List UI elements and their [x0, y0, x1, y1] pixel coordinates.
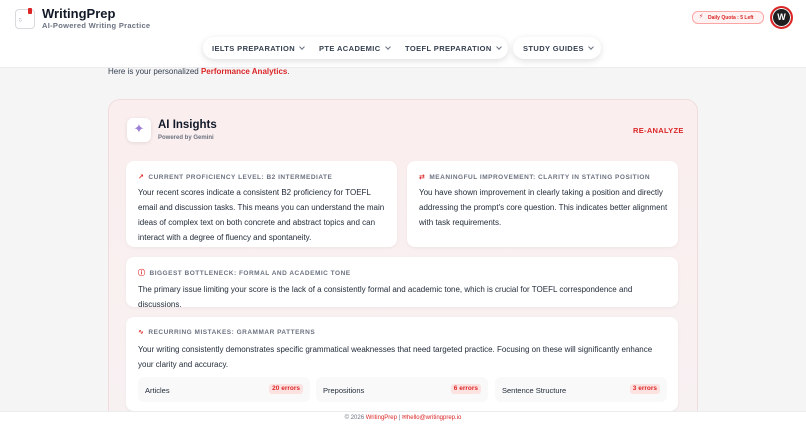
mistake-chip-prepositions[interactable]: Prepositions 6 errors	[316, 377, 488, 402]
page-footer: © 2026 WritingPrep | ✉hello@writingprep.…	[0, 411, 806, 424]
mistakes-heading-text: RECURRING MISTAKES: GRAMMAR PATTERNS	[148, 329, 316, 336]
mistake-label: Prepositions	[323, 386, 365, 395]
translate-icon: ⇄	[419, 173, 426, 181]
lightning-icon: ⚡	[699, 13, 704, 20]
proficiency-heading-text: CURRENT PROFICIENCY LEVEL: B2 INTERMEDIA…	[148, 174, 333, 181]
trend-up-icon: ↗	[138, 173, 145, 181]
ai-insights-title: AI Insights	[158, 119, 217, 131]
nav-pte-academic[interactable]: PTE ACADEMIC	[319, 44, 391, 53]
intro-highlight: Performance Analytics	[200, 67, 288, 76]
nav-item-label: IELTS PREPARATION	[212, 44, 296, 53]
nav-toefl-preparation[interactable]: TOEFL PREPARATION	[405, 44, 502, 53]
improvement-heading-text: MEANINGFUL IMPROVEMENT: CLARITY IN STATI…	[429, 174, 651, 181]
intro-suffix: .	[287, 67, 290, 76]
activity-pulse-icon: ∿	[138, 328, 145, 336]
chevron-down-icon	[299, 44, 305, 50]
mistake-count-badge: 20 errors	[269, 384, 303, 394]
intro-prefix: Here is your personalized	[108, 67, 201, 76]
bottleneck-heading: ⓘ BIGGEST BOTTLENECK: FORMAL AND ACADEMIC…	[138, 268, 351, 278]
nav-ielts-preparation[interactable]: IELTS PREPARATION	[212, 44, 305, 53]
footer-copyright: © 2026	[344, 415, 365, 421]
brand-name[interactable]: WritingPrep	[42, 6, 115, 21]
mistake-chip-sentence-structure[interactable]: Sentence Structure 3 errors	[495, 377, 667, 402]
mistakes-body: Your writing consistently demonstrates s…	[138, 345, 653, 369]
chevron-down-icon	[384, 44, 391, 50]
mistake-count-badge: 6 errors	[450, 384, 481, 394]
chevron-down-icon	[495, 44, 502, 50]
footer-email-link[interactable]: hello@writingprep.io	[407, 415, 461, 421]
nav-study-guides-group: STUDY GUIDES	[513, 37, 601, 59]
improvement-heading: ⇄ MEANINGFUL IMPROVEMENT: CLARITY IN STAT…	[419, 173, 650, 181]
intro-text: Here is your personalized Performance An…	[108, 67, 290, 76]
bottleneck-heading-text: BIGGEST BOTTLENECK: FORMAL AND ACADEMIC …	[149, 270, 351, 277]
nav-study-guides[interactable]: STUDY GUIDES	[523, 44, 594, 53]
footer-brand-link[interactable]: WritingPrep	[366, 415, 397, 421]
nav-item-label: TOEFL PREPARATION	[405, 44, 492, 53]
powered-by-label: Powered by Gemini	[158, 135, 214, 141]
mistake-label: Articles	[145, 386, 170, 395]
mistake-chip-articles[interactable]: Articles 20 errors	[138, 377, 310, 402]
brand-tagline: AI-Powered Writing Practice	[42, 21, 151, 30]
proficiency-body: Your recent scores indicate a consistent…	[138, 188, 385, 242]
daily-quota-text: Daily Quota : 5 Left	[708, 15, 754, 21]
footer-separator: |	[398, 415, 401, 421]
alert-circle-icon: ⓘ	[138, 269, 146, 277]
re-analyze-button[interactable]: RE-ANALYZE	[633, 126, 684, 135]
bottleneck-body: The primary issue limiting your score is…	[138, 285, 633, 309]
top-header: ᵕ̈ WritingPrep AI-Powered Writing Practi…	[0, 0, 806, 68]
mistake-label: Sentence Structure	[502, 386, 567, 395]
nav-item-label: PTE ACADEMIC	[319, 44, 381, 53]
logo-icon[interactable]: ᵕ̈	[15, 8, 35, 29]
nav-item-label: STUDY GUIDES	[523, 44, 584, 53]
user-avatar[interactable]: W	[770, 6, 793, 29]
proficiency-heading: ↗ CURRENT PROFICIENCY LEVEL: B2 INTERMEDI…	[138, 173, 332, 181]
improvement-body: You have shown improvement in clearly ta…	[419, 188, 668, 227]
mistake-count-badge: 3 errors	[629, 384, 660, 394]
main-nav-group: IELTS PREPARATION PTE ACADEMIC TOEFL PRE…	[203, 37, 508, 59]
sparkle-icon: ✦	[127, 118, 151, 142]
logo-bookmark-icon	[28, 8, 32, 14]
chevron-down-icon	[588, 44, 594, 50]
mistakes-heading: ∿ RECURRING MISTAKES: GRAMMAR PATTERNS	[138, 328, 315, 336]
logo-face-icon: ᵕ̈	[19, 18, 22, 26]
daily-quota-badge[interactable]: ⚡ Daily Quota : 5 Left	[692, 11, 764, 24]
